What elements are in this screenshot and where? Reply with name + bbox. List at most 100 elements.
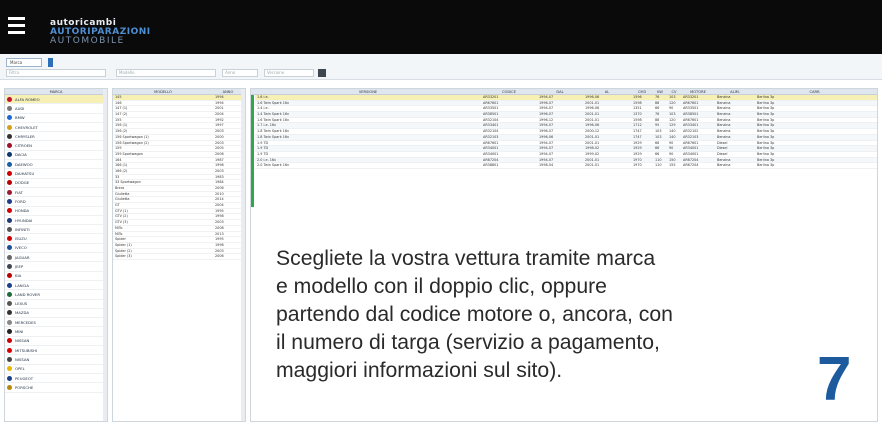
brand-list: MARCA ALFA ROMEO AUDI BMW CHEVROLET CHRYSLER…: [4, 88, 108, 422]
brand-list-item[interactable]: OPEL: [5, 365, 107, 374]
brand-name: NISSAN: [15, 356, 30, 362]
brand-logo-icon: [7, 282, 12, 288]
brand-list-item[interactable]: ISUZU: [5, 234, 107, 244]
brand-list-item[interactable]: ALFA ROMEO: [5, 95, 107, 105]
model-name-cell: 145: [115, 95, 122, 99]
version-table-row[interactable]: 2.0 Twin Spark 16v AR38801 1998-04 2001-01 1…: [255, 163, 877, 169]
brand-list-item[interactable]: BMW: [5, 114, 107, 123]
body-cell: Berlina 3p: [757, 112, 775, 117]
engine-cell: AR38501: [683, 112, 699, 117]
code-column-header: CODICE: [502, 90, 516, 94]
brand-name: DAIHATSU: [15, 171, 35, 177]
to-cell: 2001-01: [585, 163, 600, 168]
cc-cell: 1929: [633, 151, 642, 156]
brand-list-item[interactable]: DAIHATSU: [5, 169, 107, 179]
brand-list-item[interactable]: CITROEN: [5, 141, 107, 151]
brand-logo-icon: [7, 236, 12, 242]
brand-list-item[interactable]: CHRYSLER: [5, 132, 107, 142]
model-list-item[interactable]: Spider (3) 2006: [113, 254, 245, 260]
brand-list-item[interactable]: CHEVROLET: [5, 123, 107, 133]
brand-logo-icon: [7, 356, 12, 362]
model-name-cell: GTV (3): [115, 220, 128, 225]
brand-list-item[interactable]: NISSAN: [5, 337, 107, 347]
from-cell: 1994-07: [539, 151, 554, 156]
brand-list-item[interactable]: PEUGEOT: [5, 374, 107, 384]
model-year-cell: 2006: [215, 151, 224, 156]
brand-list-scrollbar[interactable]: [103, 89, 107, 421]
version-cell: 1.8 Twin Spark 16v: [257, 134, 290, 139]
brand-name: DAEWOO: [15, 161, 33, 167]
brand-list-item[interactable]: JEEP: [5, 262, 107, 272]
model-name-cell: 166 (1): [115, 163, 128, 168]
model-year-cell: 1998: [215, 242, 224, 247]
brand-list-item[interactable]: MINI: [5, 327, 107, 337]
brand-list-item[interactable]: INFINITI: [5, 225, 107, 235]
search-mode-select[interactable]: Marca: [6, 58, 42, 67]
brand-name: JEEP: [15, 263, 24, 269]
brand-list-item[interactable]: MITSUBISHI: [5, 346, 107, 356]
model-year-cell: 1987: [215, 157, 224, 162]
brand-list-item[interactable]: DAEWOO: [5, 160, 107, 170]
model-filter-input[interactable]: Modello: [116, 69, 216, 77]
model-year-cell: 2003: [215, 168, 224, 173]
brand-list-item[interactable]: HYUNDAI: [5, 216, 107, 226]
brand-name: FORD: [15, 198, 26, 204]
brand-list-item[interactable]: IVECO: [5, 244, 107, 254]
fuel-cell: Diesel: [717, 151, 728, 156]
brand-list-item[interactable]: JAGUAR: [5, 253, 107, 263]
brand-list-item[interactable]: MERCEDES: [5, 318, 107, 328]
version-cell: 1.9 TD: [257, 151, 269, 156]
from-cell: 1998-04: [539, 163, 554, 168]
page-number: 7: [817, 345, 852, 414]
from-cell: 1994-07: [539, 106, 554, 111]
brand-list-item[interactable]: MAZDA: [5, 309, 107, 319]
model-name-cell: MiTo: [115, 225, 123, 230]
brand-list-item[interactable]: FORD: [5, 197, 107, 207]
cv-cell: 103: [669, 112, 676, 117]
model-list-scrollbar[interactable]: [241, 89, 245, 421]
brand-name: CHEVROLET: [15, 124, 38, 130]
brand-list-item[interactable]: HONDA: [5, 207, 107, 216]
cc-cell: 1929: [633, 140, 642, 145]
engine-cell: AR67601: [683, 100, 699, 105]
version-cell: 1.4 i.e.: [257, 106, 269, 111]
brand-list-item[interactable]: AUDI: [5, 104, 107, 114]
fuel-column-header: ALIM.: [730, 90, 740, 94]
brand-name: KIA: [15, 273, 22, 279]
brand-list-item[interactable]: LANCIA: [5, 281, 107, 291]
body-cell: Berlina 3p: [757, 146, 775, 151]
brand-list-item[interactable]: PORSCHE: [5, 383, 107, 393]
kw-cell: 88: [655, 100, 660, 105]
brand-list-item[interactable]: DACIA: [5, 151, 107, 161]
brand-list-item[interactable]: LEXUS: [5, 300, 107, 309]
brand-name: LANCIA: [15, 282, 30, 288]
brand-filter-input[interactable]: Filtra: [6, 69, 106, 77]
model-year-cell: 2003: [215, 140, 224, 145]
from-cell: 1994-07: [539, 123, 554, 128]
year-filter-input[interactable]: Anno: [222, 69, 258, 77]
brand-logo-icon: [7, 273, 12, 279]
to-column-header: AL: [604, 90, 610, 94]
from-cell: 1994-07: [539, 140, 554, 145]
version-cell: 1.6 i.e.: [257, 95, 269, 99]
clear-filter-icon[interactable]: [318, 69, 326, 77]
kw-cell: 103: [655, 134, 662, 139]
brand-list-item[interactable]: KIA: [5, 272, 107, 281]
brand-list-item[interactable]: FIAT: [5, 188, 107, 198]
brand-list-item[interactable]: NISSAN: [5, 355, 107, 365]
model-name-cell: GT: [115, 203, 120, 208]
brand-list-item[interactable]: LAND ROVER: [5, 290, 107, 300]
to-cell: 2001-01: [585, 117, 600, 122]
hamburger-icon[interactable]: [8, 17, 25, 35]
brand-logo-icon: [7, 161, 12, 167]
brand-name: DACIA: [15, 152, 27, 158]
kw-cell: 103: [655, 129, 662, 134]
brand-name: MAZDA: [15, 310, 29, 316]
version-filter-input[interactable]: Versione: [264, 69, 314, 77]
code-cell: AR32104: [483, 129, 499, 134]
code-cell: AR33201: [483, 95, 499, 99]
brand-list-item[interactable]: DODGE: [5, 179, 107, 188]
to-cell: 1996-06: [585, 106, 600, 111]
version-cell: 2.0 i.e. 16v: [257, 157, 277, 162]
filter-toolbar: Marca Filtra Modello Anno Versione: [0, 54, 882, 80]
